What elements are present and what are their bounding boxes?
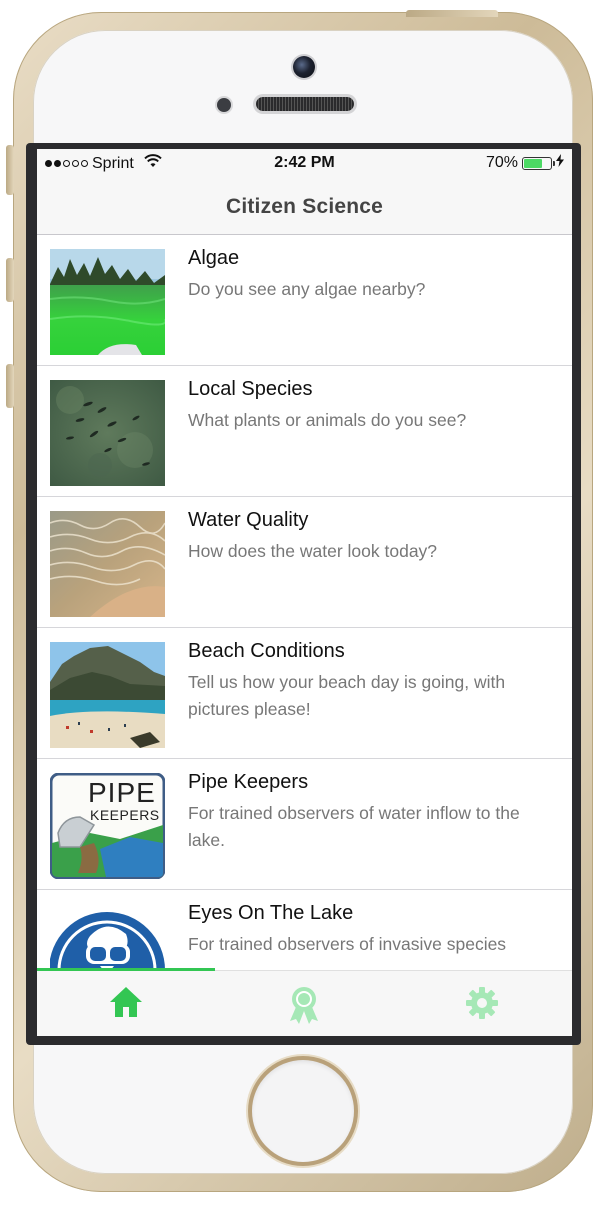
list-item-beach-conditions[interactable]: Beach Conditions Tell us how your beach … — [37, 628, 572, 759]
item-subtitle: For trained observers of water inflow to… — [188, 803, 520, 850]
home-icon — [108, 985, 144, 1025]
charging-bolt-icon — [556, 154, 564, 172]
home-hardware-button[interactable] — [252, 1060, 354, 1162]
app-screen: Sprint 2:42 PM 70% Citizen Science Algae… — [37, 149, 572, 1036]
tab-home[interactable] — [37, 985, 215, 1025]
status-right: 70% — [486, 154, 564, 172]
battery-percent: 70% — [485, 154, 518, 171]
item-subtitle: How does the water look today? — [188, 541, 438, 561]
active-tab-indicator — [37, 968, 215, 971]
battery-level-fill — [524, 158, 543, 168]
award-ribbon-icon — [286, 985, 322, 1025]
battery-icon — [522, 156, 555, 170]
item-title: Beach Conditions — [188, 640, 345, 662]
item-subtitle: Do you see any algae nearby? — [188, 279, 426, 299]
list-item-algae[interactable]: Algae Do you see any algae nearby? — [37, 235, 572, 366]
project-list[interactable]: Algae Do you see any algae nearby? Local… — [37, 235, 572, 970]
logo-text-pipe: PIPE — [88, 777, 156, 808]
mute-switch — [6, 145, 14, 195]
tab-awards[interactable] — [215, 985, 393, 1025]
list-item-local-species[interactable]: Local Species What plants or animals do … — [37, 366, 572, 497]
item-subtitle: Tell us how your beach day is going, wit… — [188, 672, 506, 719]
navigation-bar: Citizen Science — [37, 179, 572, 235]
item-title: Algae — [188, 247, 240, 269]
item-title: Water Quality — [188, 509, 309, 531]
power-button — [406, 10, 498, 17]
volume-down-button — [6, 364, 14, 408]
pipe-keepers-logo-thumbnail: PIPE KEEPERS — [50, 773, 165, 879]
list-item-pipe-keepers[interactable]: PIPE KEEPERS Pipe Keepers For trained ob… — [37, 759, 572, 890]
list-item-water-quality[interactable]: Water Quality How does the water look to… — [37, 497, 572, 628]
gear-icon — [464, 985, 500, 1025]
item-subtitle: What plants or animals do you see? — [188, 410, 467, 430]
front-camera — [293, 56, 315, 78]
list-item-eyes-on-the-lake[interactable]: Eyes On The Lake For trained observers o… — [37, 890, 572, 970]
shore-water-photo-thumbnail — [50, 511, 165, 617]
status-bar: Sprint 2:42 PM 70% — [37, 149, 572, 179]
tab-bar — [37, 968, 572, 1036]
item-subtitle: For trained observers of invasive specie… — [188, 934, 507, 954]
proximity-sensor — [217, 98, 231, 112]
item-title: Pipe Keepers — [188, 771, 309, 793]
earpiece-speaker — [256, 97, 354, 111]
page-title: Citizen Science — [225, 194, 384, 218]
algae-photo-thumbnail — [50, 249, 165, 355]
volume-up-button — [6, 258, 14, 302]
tab-settings[interactable] — [393, 985, 571, 1025]
item-title: Eyes On The Lake — [188, 902, 354, 924]
logo-text-keepers: KEEPERS — [90, 807, 160, 823]
item-title: Local Species — [188, 378, 313, 400]
beach-photo-thumbnail — [50, 642, 165, 748]
eyes-on-the-lake-logo-thumbnail — [50, 904, 165, 970]
fish-water-photo-thumbnail — [50, 380, 165, 486]
